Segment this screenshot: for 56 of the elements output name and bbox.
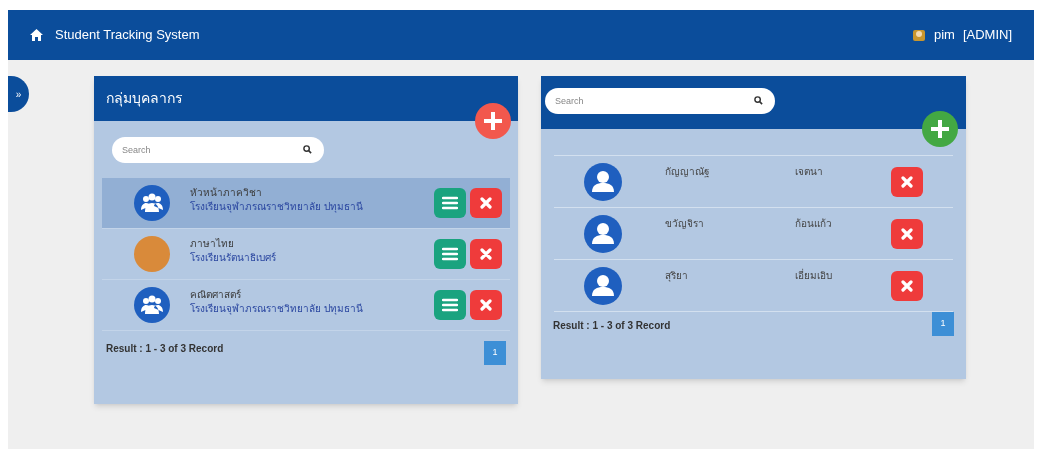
plus-icon xyxy=(931,120,949,138)
group-row[interactable]: หัวหน้าภาควิชา โรงเรียนจุฬาภรณราชวิทยาลัย ปทุมธานี xyxy=(102,178,510,229)
group-avatar-icon xyxy=(134,287,170,323)
panel-title: กลุ่มบุคลากร xyxy=(106,89,183,109)
menu-icon xyxy=(442,247,458,261)
group-name: คณิตศาสตร์ xyxy=(190,288,242,302)
user-role: [ADMIN] xyxy=(962,26,1012,45)
plus-icon xyxy=(484,112,502,130)
close-icon xyxy=(480,197,492,209)
delete-button[interactable] xyxy=(891,166,923,197)
close-icon xyxy=(901,279,913,292)
first-name: กัญญาณัฐ xyxy=(665,165,711,179)
search-icon xyxy=(754,96,763,105)
close-icon xyxy=(480,299,492,311)
first-name: ขวัญจิรา xyxy=(665,217,705,231)
user-avatar-icon xyxy=(584,214,622,253)
school-name: โรงเรียนจุฬาภรณราชวิทยาลัย ปทุมธานี xyxy=(190,302,364,316)
app-title[interactable]: Student Tracking System xyxy=(55,25,200,45)
menu-button[interactable] xyxy=(434,239,466,269)
search-field[interactable]: Search xyxy=(112,137,324,163)
school-name: โรงเรียนจุฬาภรณราชวิทยาลัย ปทุมธานี xyxy=(190,200,364,214)
last-name: ก้อนแก้ว xyxy=(795,217,833,231)
photo-placeholder xyxy=(134,236,170,272)
close-icon xyxy=(901,175,913,188)
user-avatar-icon xyxy=(584,266,622,305)
group-row[interactable]: คณิตศาสตร์ โรงเรียนจุฬาภรณราชวิทยาลัย ปทุมธานี xyxy=(102,280,510,331)
school-name: โรงเรียนรัตนาธิเบศร์ xyxy=(190,251,277,265)
delete-button[interactable] xyxy=(891,218,923,249)
delete-button[interactable] xyxy=(470,290,502,320)
search-icon xyxy=(303,145,312,154)
user-avatar-icon[interactable] xyxy=(911,28,926,42)
first-name: สุริยา xyxy=(665,269,689,283)
menu-icon xyxy=(442,298,458,312)
search-field[interactable]: Search xyxy=(545,88,775,114)
last-name: เอี่ยมเอิบ xyxy=(795,268,833,283)
group-avatar-icon xyxy=(134,185,170,221)
delete-button[interactable] xyxy=(470,188,502,218)
add-button[interactable] xyxy=(922,111,958,147)
add-button[interactable] xyxy=(475,103,511,139)
menu-button[interactable] xyxy=(434,290,466,320)
user-name[interactable]: pim xyxy=(933,25,955,45)
close-icon xyxy=(480,248,492,260)
result-text: Result : 1 - 3 of 3 Record xyxy=(106,342,224,356)
result-text: Result : 1 - 3 of 3 Record xyxy=(553,319,671,333)
home-icon[interactable] xyxy=(30,29,43,41)
group-name: ภาษาไทย xyxy=(190,237,235,251)
user-avatar-icon xyxy=(584,162,622,201)
last-name: เจตนา xyxy=(795,165,824,179)
delete-button[interactable] xyxy=(891,270,923,301)
group-row[interactable]: ภาษาไทย โรงเรียนรัตนาธิเบศร์ xyxy=(102,229,510,280)
sidebar-toggle-button[interactable]: » xyxy=(8,76,29,112)
close-icon xyxy=(901,227,913,240)
delete-button[interactable] xyxy=(470,239,502,269)
group-name: หัวหน้าภาควิชา xyxy=(190,186,263,200)
menu-icon xyxy=(442,196,458,210)
menu-button[interactable] xyxy=(434,188,466,218)
